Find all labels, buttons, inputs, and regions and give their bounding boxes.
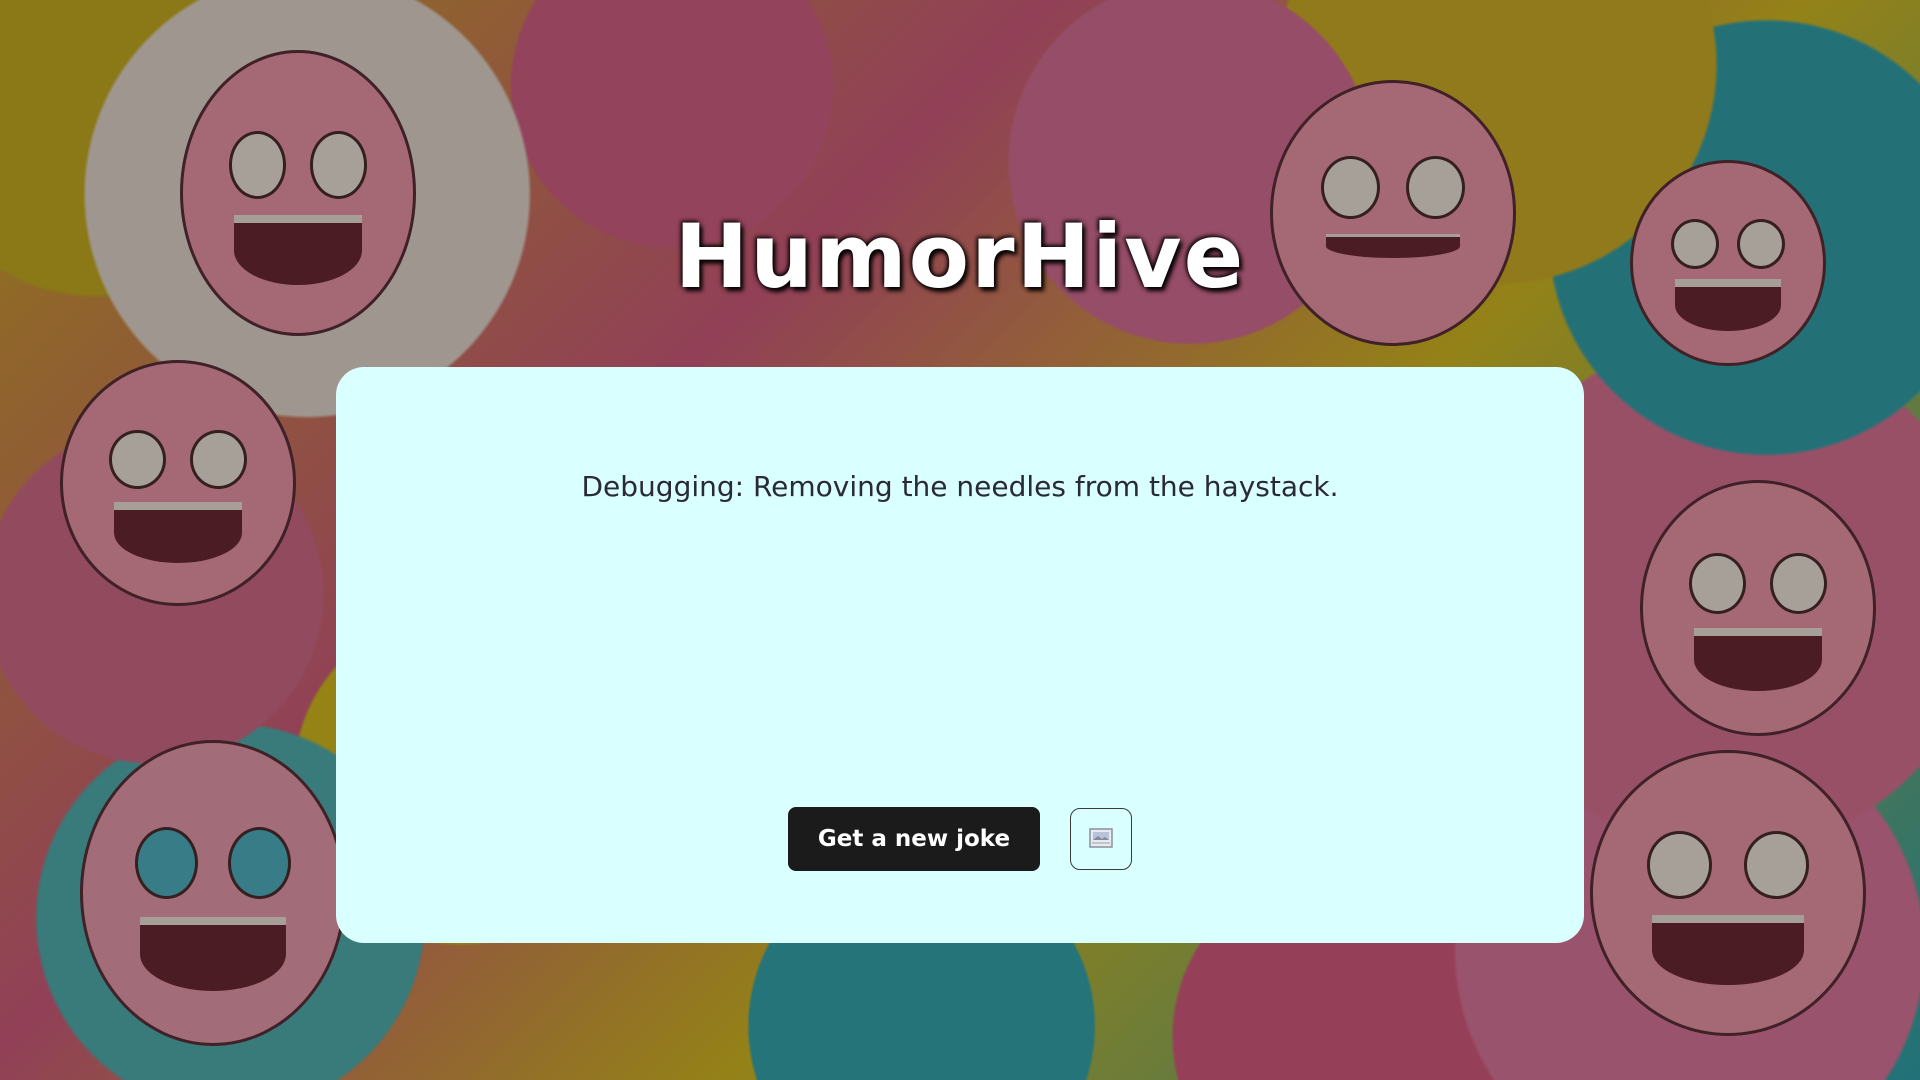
app-title: HumorHive bbox=[674, 205, 1246, 308]
cartoon-face bbox=[1590, 750, 1866, 1036]
joke-card: Debugging: Removing the needles from the… bbox=[336, 367, 1584, 943]
cartoon-face bbox=[1640, 480, 1876, 736]
new-joke-button[interactable]: Get a new joke bbox=[787, 807, 1041, 871]
broken-image-icon bbox=[1089, 827, 1113, 851]
image-button[interactable] bbox=[1070, 808, 1133, 870]
cartoon-face bbox=[80, 740, 346, 1046]
joke-text: Debugging: Removing the needles from the… bbox=[581, 470, 1339, 503]
joke-actions: Get a new joke bbox=[336, 807, 1584, 871]
cartoon-face bbox=[60, 360, 296, 606]
